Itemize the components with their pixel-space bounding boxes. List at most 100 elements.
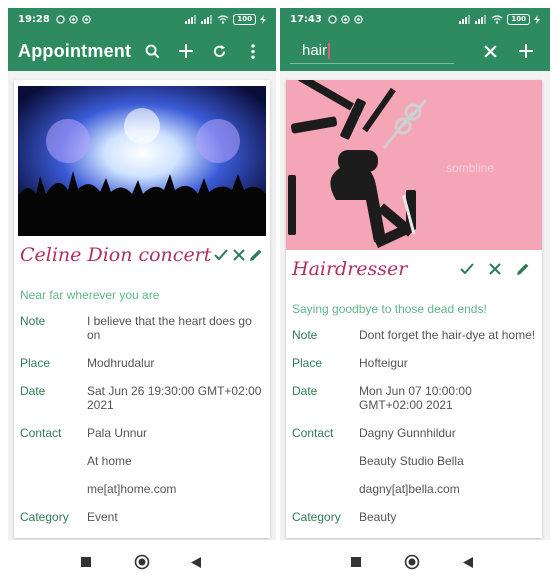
notification-icons xyxy=(56,15,91,24)
row-label: Category xyxy=(20,510,69,524)
row-label xyxy=(292,454,359,482)
charging-icon xyxy=(534,15,540,24)
row-value: Dagny Gunnhildur xyxy=(359,426,456,440)
plus-icon[interactable] xyxy=(173,37,199,65)
appointment-subtitle: Saying goodbye to those dead ends! xyxy=(292,302,487,316)
row-label: Contact xyxy=(20,426,62,440)
detail-row-contact: Contact Dagny Gunnhildur xyxy=(292,426,538,454)
detail-row-date: Date Sat Jun 26 19:30:00 GMT+02:00 2021 xyxy=(20,384,266,426)
row-value: Beauty xyxy=(359,510,397,524)
row-label: Date xyxy=(20,384,46,398)
search-input[interactable]: hair xyxy=(290,38,454,64)
check-icon[interactable] xyxy=(213,242,229,268)
status-time: 17:43 xyxy=(290,14,322,25)
row-value: Hofteigur xyxy=(359,356,408,370)
battery-level: 100 xyxy=(233,14,256,25)
appointment-card[interactable]: sombline Hairdresser Saying goodbye to t… xyxy=(286,80,542,538)
back-icon[interactable] xyxy=(458,552,478,572)
detail-row-contact-email: dagny[at]bella.com xyxy=(292,482,538,510)
row-label: Note xyxy=(292,328,318,342)
recents-icon[interactable] xyxy=(76,552,96,572)
app-notif-icon xyxy=(69,15,78,24)
search-icon[interactable] xyxy=(139,37,165,65)
close-icon[interactable] xyxy=(482,256,508,282)
app-bar: Appointment xyxy=(8,31,276,71)
plus-icon[interactable] xyxy=(512,37,540,65)
alarm-icon xyxy=(56,15,65,24)
row-label xyxy=(292,482,359,510)
status-time: 19:28 xyxy=(18,14,50,25)
row-label: Note xyxy=(20,314,46,328)
row-label: Category xyxy=(292,510,341,524)
close-icon[interactable] xyxy=(231,242,247,268)
back-icon[interactable] xyxy=(186,552,206,572)
more-vert-icon[interactable] xyxy=(240,37,266,65)
row-label: Date xyxy=(292,384,318,398)
details-list: Note I believe that the heart does go on… xyxy=(20,314,266,538)
row-value: Mon Jun 07 10:00:00 GMT+02:00 2021 xyxy=(359,384,472,412)
detail-row-contact-location: At home xyxy=(20,454,266,482)
search-query: hair xyxy=(302,42,328,59)
row-value: I believe that the heart does go on xyxy=(87,314,252,342)
row-value[interactable]: dagny[at]bella.com xyxy=(359,482,460,510)
comparison-root: 19:28 100 Appointment Celine Dion concer… xyxy=(0,0,558,584)
watermark: sombline xyxy=(446,161,494,175)
app-title: Appointment xyxy=(18,40,132,61)
row-value: Sat Jun 26 19:30:00 GMT+02:00 2021 xyxy=(87,384,262,412)
system-nav-bar xyxy=(0,540,558,584)
system-icons: 100 xyxy=(185,14,266,25)
appointment-title: Celine Dion concert xyxy=(20,244,212,266)
wifi-icon xyxy=(491,15,503,24)
detail-row-place: Place Modhrudalur xyxy=(20,356,266,384)
detail-row-contact-email: me[at]home.com xyxy=(20,482,266,510)
home-icon[interactable] xyxy=(132,552,152,572)
details-list: Note Dont forget the hair-dye at home! P… xyxy=(292,328,538,538)
appointment-subtitle: Near far wherever you are xyxy=(20,288,160,302)
pencil-icon[interactable] xyxy=(510,256,536,282)
check-icon[interactable] xyxy=(454,256,480,282)
card-header: Celine Dion concert xyxy=(20,242,264,268)
detail-row-contact-location: Beauty Studio Bella xyxy=(292,454,538,482)
row-value[interactable]: me[at]home.com xyxy=(87,482,176,510)
signal-icon xyxy=(201,15,213,24)
row-label: Place xyxy=(292,356,323,370)
row-label xyxy=(20,482,87,510)
charging-icon xyxy=(260,15,266,24)
app-notif-icon xyxy=(82,15,91,24)
concert-photo xyxy=(18,86,266,236)
card-header: Hairdresser xyxy=(292,256,536,282)
detail-row-note: Note Dont forget the hair-dye at home! xyxy=(292,328,538,356)
alarm-icon xyxy=(328,15,337,24)
app-notif-icon xyxy=(341,15,350,24)
signal-icon xyxy=(475,15,487,24)
notification-icons xyxy=(328,15,363,24)
detail-row-date: Date Mon Jun 07 10:00:00 GMT+02:00 2021 xyxy=(292,384,538,426)
detail-row-category: Category Beauty xyxy=(292,510,538,538)
app-notif-icon xyxy=(354,15,363,24)
appointment-title: Hairdresser xyxy=(292,258,408,280)
row-value: Event xyxy=(87,510,118,524)
hairdresser-photo: sombline xyxy=(286,80,542,250)
detail-row-place: Place Hofteigur xyxy=(292,356,538,384)
refresh-icon[interactable] xyxy=(207,37,233,65)
status-bar: 19:28 100 xyxy=(8,8,276,31)
row-label: Place xyxy=(20,356,51,370)
row-value: Modhrudalur xyxy=(87,356,155,370)
pencil-icon[interactable] xyxy=(248,242,264,268)
search-app-bar: hair xyxy=(280,31,550,71)
recents-icon[interactable] xyxy=(346,552,366,572)
close-icon[interactable] xyxy=(476,37,504,65)
row-label: Contact xyxy=(292,426,334,440)
detail-row-category: Category Event xyxy=(20,510,266,538)
battery-level: 100 xyxy=(507,14,530,25)
system-icons: 100 xyxy=(459,14,540,25)
signal-icon xyxy=(459,15,471,24)
signal-icon xyxy=(185,15,197,24)
row-value: At home xyxy=(87,454,132,468)
appointment-card[interactable]: Celine Dion concert Near far wherever yo… xyxy=(14,80,270,538)
row-label xyxy=(20,454,87,482)
home-icon[interactable] xyxy=(402,552,422,572)
right-phone-screen: 17:43 100 hair sombline Hairdresser Sayi… xyxy=(280,8,550,540)
detail-row-contact: Contact Pala Unnur xyxy=(20,426,266,454)
wifi-icon xyxy=(217,15,229,24)
